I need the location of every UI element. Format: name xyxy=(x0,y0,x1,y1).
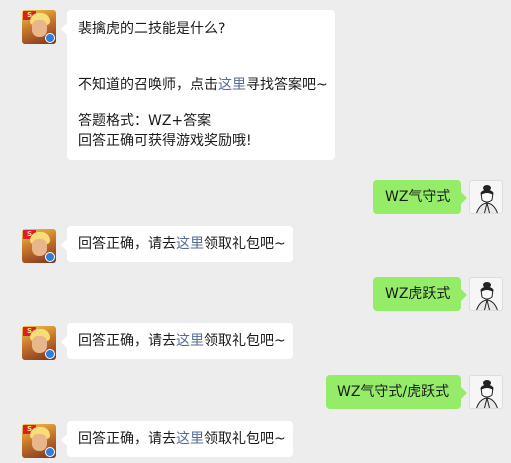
coin-icon xyxy=(45,252,55,262)
format-text: 答题格式：WZ+答案 xyxy=(78,113,212,129)
coin-icon xyxy=(45,447,55,457)
hint-link[interactable]: 这里 xyxy=(218,77,246,93)
coin-icon xyxy=(45,33,55,43)
user-avatar-icon[interactable] xyxy=(469,375,503,409)
question-text: 裴擒虎的二技能是什么? xyxy=(78,21,226,37)
bot-avatar-icon[interactable]: S xyxy=(22,10,56,44)
bot-avatar-icon[interactable]: S xyxy=(22,326,56,360)
user-reply-text: WZ虎跃式 xyxy=(385,286,451,302)
user-reply-bubble: WZ虎跃式 xyxy=(373,277,467,311)
bot-reply-bubble: 回答正确，请去这里领取礼包吧~ xyxy=(61,226,293,262)
gift-link[interactable]: 这里 xyxy=(176,333,204,349)
bot-avatar-icon[interactable]: S xyxy=(22,229,56,263)
user-reply-text: WZ气守式/虎跃式 xyxy=(337,384,450,400)
hint-line: 不知道的召唤师，点击这里寻找答案吧~ xyxy=(78,77,328,93)
bot-reply-bubble: 回答正确，请去这里领取礼包吧~ xyxy=(61,421,293,457)
user-reply-bubble: WZ气守式 xyxy=(373,180,467,214)
coin-icon xyxy=(45,349,55,359)
bot-reply-bubble: 回答正确，请去这里领取礼包吧~ xyxy=(61,323,293,359)
ink-portrait xyxy=(476,282,498,310)
user-reply-text: WZ气守式 xyxy=(385,189,451,205)
bot-avatar-icon[interactable]: S xyxy=(22,424,56,458)
bot-question-bubble: 裴擒虎的二技能是什么? 不知道的召唤师，点击这里寻找答案吧~ 答题格式：WZ+答… xyxy=(61,10,335,160)
user-reply-bubble: WZ气守式/虎跃式 xyxy=(326,375,467,409)
ink-portrait xyxy=(476,380,498,408)
ink-portrait xyxy=(476,185,498,213)
user-avatar-icon[interactable] xyxy=(469,277,503,311)
gift-link[interactable]: 这里 xyxy=(176,431,204,447)
reward-text: 回答正确可获得游戏奖励哦! xyxy=(78,133,252,149)
gift-link[interactable]: 这里 xyxy=(176,236,204,252)
user-avatar-icon[interactable] xyxy=(469,180,503,214)
